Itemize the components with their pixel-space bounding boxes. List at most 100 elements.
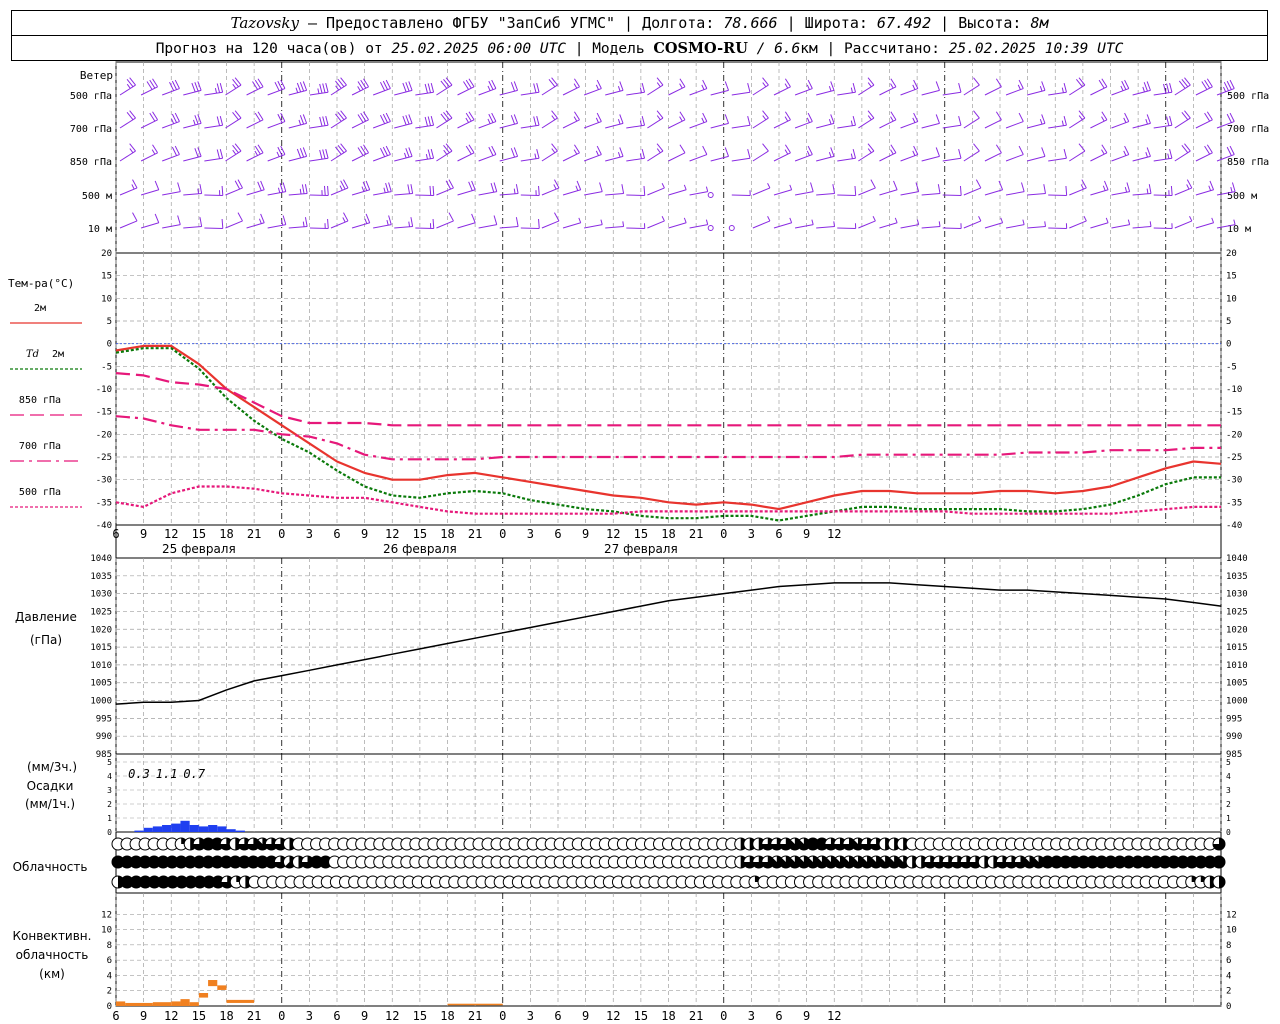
wind-barb [351, 144, 369, 162]
wind-barb-shaft [837, 227, 856, 229]
wind-barb-shaft [288, 226, 308, 229]
wind-barb-flag [221, 185, 224, 196]
wind-barb [330, 212, 349, 229]
wind-barb-shaft [267, 154, 286, 162]
temp-tick-right: 0 [1226, 340, 1231, 350]
wind-barb-flag [237, 212, 243, 222]
wind-barb-half [1168, 190, 1170, 196]
wind-barb [773, 217, 793, 229]
wind-barb [351, 180, 371, 196]
wind-barb-shaft [879, 189, 898, 196]
wind-barb [668, 184, 687, 196]
wind-barb-shaft [436, 220, 454, 229]
wind-barb-flag [282, 182, 287, 192]
wind-barb [394, 81, 413, 96]
wind-barb [288, 81, 308, 96]
wind-barb-shaft [140, 119, 158, 129]
wind-barb-shaft [351, 86, 369, 96]
wind-barb [394, 184, 414, 196]
wind-barb-flag [302, 81, 308, 91]
wind-barb-flag [365, 213, 371, 223]
wind-barb-shaft [457, 222, 476, 229]
pressure-tick-right: 1025 [1226, 607, 1248, 617]
wind-barb-flag [335, 113, 342, 122]
wind-barb-flag [194, 148, 199, 158]
wind-barb-flag [216, 149, 221, 159]
wind-barb-shaft [1132, 226, 1152, 229]
temp-tick-right: -10 [1226, 385, 1242, 395]
wind-barb-flag [538, 218, 540, 229]
wind-barb-shaft [647, 117, 664, 129]
wind-barb-flag [854, 185, 857, 196]
wind-barb-shaft [858, 117, 875, 129]
wind-barb [605, 114, 624, 129]
wind-barb-flag [197, 147, 202, 157]
wind-barb [225, 77, 242, 96]
wind-barb-flag [232, 111, 239, 121]
wind-barb [478, 182, 498, 196]
wind-barb-half [656, 115, 661, 121]
precip-3h-total: 0.7 [183, 767, 205, 781]
wind-barb [879, 217, 898, 229]
wind-barb [1090, 111, 1108, 129]
wind-barb-half [129, 148, 134, 154]
wind-barb [225, 143, 242, 162]
wind-calm-mark [707, 192, 714, 198]
wind-barb-shaft [119, 220, 138, 229]
wind-barb-flag [538, 185, 540, 196]
wind-barb-shaft [731, 91, 751, 96]
wind-barb [731, 82, 751, 96]
wind-barb [1174, 143, 1191, 162]
hour-tick-label-bottom: 3 [527, 1009, 534, 1023]
wind-barb [267, 215, 287, 229]
wind-barb-flag [323, 185, 326, 196]
wind-barb-half [912, 84, 916, 90]
wind-barb [794, 219, 814, 229]
wind-barb-flag [362, 181, 368, 191]
wind-barb [1048, 185, 1068, 196]
wind-barb [415, 148, 435, 162]
temp-tick-right: 10 [1226, 294, 1237, 304]
wind-barb-half [1123, 150, 1127, 156]
wind-barb-half [1061, 87, 1064, 93]
wind-barb-shaft [1195, 152, 1213, 162]
temp-tick-left: -35 [96, 498, 112, 508]
wind-barb-shaft [689, 191, 708, 196]
wind-barb [351, 213, 371, 229]
wind-barb-half [1105, 217, 1109, 223]
wind-barb-shaft [288, 193, 308, 196]
wind-barb-shaft [984, 119, 1002, 129]
wind-barb-shaft [119, 84, 136, 96]
wind-barb-flag [995, 111, 1002, 121]
wind-barb-shaft [1174, 220, 1193, 229]
wind-barb-flag [724, 147, 730, 157]
cloud-symbol [1212, 855, 1226, 869]
hour-tick-label: 15 [413, 527, 427, 541]
wind-barb-shaft [246, 189, 265, 196]
wind-barb-flag [443, 111, 450, 121]
wind-barb [541, 212, 560, 229]
pressure-tick-left: 1005 [90, 679, 112, 689]
wind-barb-flag [1063, 115, 1067, 126]
wind-barb-shaft [773, 222, 792, 229]
wind-barb-flag [762, 110, 769, 119]
wind-barb [1111, 182, 1131, 196]
wind-barb-flag [408, 147, 413, 157]
wind-barb [246, 111, 264, 129]
wind-barb-flag [702, 145, 708, 155]
wind-barb-shaft [668, 119, 686, 129]
wind-barb [731, 148, 751, 162]
hour-tick-label-bottom: 9 [582, 1009, 589, 1023]
pressure-tick-left: 1010 [90, 661, 112, 671]
wind-barb-half [364, 218, 368, 224]
wind-barb-half [1061, 120, 1064, 126]
precip-tick-right: 0 [1226, 828, 1231, 837]
wind-barb [773, 111, 791, 129]
wind-barb-half [1171, 223, 1173, 229]
wind-barb-half [1102, 185, 1106, 191]
wind-barb-flag [973, 110, 980, 119]
wind-barb-flag [445, 110, 453, 119]
wind-barb-half [661, 183, 665, 189]
wind-barb-half [639, 120, 642, 126]
wind-barb-flag [337, 144, 345, 154]
